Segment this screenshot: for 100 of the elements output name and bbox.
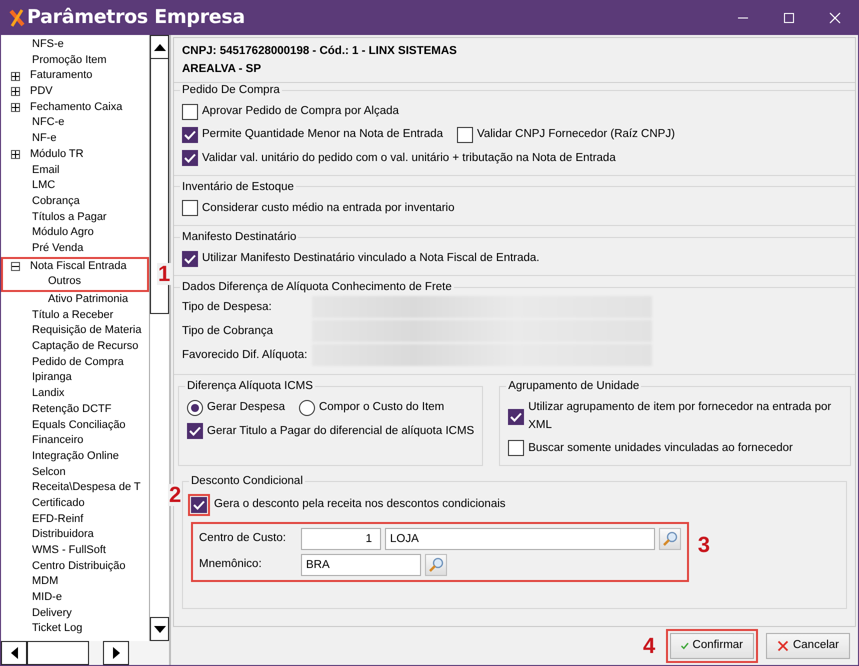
tree-item[interactable]: NF-e <box>32 131 56 147</box>
group-title: Inventário de Estoque <box>181 180 295 194</box>
tree-item[interactable]: MID-e <box>32 590 62 606</box>
tree-item[interactable]: Ativo Patrimonia <box>48 292 128 308</box>
tree-item[interactable]: Fechamento Caixa <box>30 100 122 116</box>
scroll-down-button[interactable] <box>150 617 169 641</box>
tree-item[interactable]: LMC <box>32 178 56 194</box>
tree-item[interactable]: Landix <box>32 386 64 402</box>
scrollbar-thumb[interactable] <box>150 59 169 314</box>
tree-item[interactable]: Retenção DCTF <box>32 402 112 418</box>
tree-item[interactable]: Ipiranga <box>32 370 72 386</box>
checkbox-label: Gera o desconto pela receita nos descontos condicionais <box>214 497 506 512</box>
radio-button[interactable] <box>187 400 203 416</box>
input-field[interactable]: 1 <box>301 528 381 550</box>
group-title: Agrupamento de Unidade <box>507 379 640 394</box>
tree-item[interactable]: Nota Fiscal Entrada <box>30 258 127 274</box>
tree-item[interactable]: Ticket Log <box>32 621 82 638</box>
expander-icon[interactable] <box>11 103 20 112</box>
field-label: Centro de Custo: <box>199 531 287 546</box>
tree-item[interactable]: NFS-e <box>32 37 64 53</box>
search-icon <box>428 557 444 573</box>
window-title: Parâmetros Empresa <box>27 5 245 30</box>
left-arrow-icon <box>10 647 18 659</box>
scroll-up-button[interactable] <box>150 35 169 59</box>
tree-item[interactable]: MDM <box>32 574 58 590</box>
cross-icon <box>777 638 789 654</box>
group-title: Dados Diferença de Alíquota Conhecimento de Frete <box>181 280 453 294</box>
company-info: CNPJ: 54517628000198 - Cód.: 1 - LINX SISTEMAS <box>182 44 458 59</box>
checkbox-label: Gerar Titulo a Pagar do diferencial de alíquota ICMS <box>207 424 474 438</box>
tree-item[interactable]: Pré Venda <box>32 240 84 257</box>
group-title: Manifesto Destinatário <box>181 230 298 244</box>
tree-item[interactable]: Integração Online <box>32 448 119 465</box>
tree-item[interactable]: Equals Conciliação <box>32 418 126 434</box>
logo-icon <box>9 8 25 26</box>
checkbox-label: Considerar custo médio na entrada por inventario <box>202 200 455 216</box>
checkbox[interactable] <box>182 104 198 120</box>
tree-item[interactable]: Centro Distribuição <box>32 558 126 574</box>
checkbox-label: Aprovar Pedido de Compra por Alçada <box>202 104 399 119</box>
dialog-button[interactable]: Cancelar <box>766 633 850 659</box>
expander-icon[interactable] <box>11 72 20 81</box>
up-arrow-icon <box>154 44 166 50</box>
tree-item[interactable]: Títulos a Pagar <box>32 210 107 226</box>
checkbox[interactable] <box>182 250 198 267</box>
search-button[interactable] <box>659 528 681 550</box>
checkbox[interactable] <box>508 440 524 456</box>
group-title: Pedido De Compra <box>181 83 281 97</box>
input-field[interactable]: LOJA <box>385 528 655 550</box>
tree-item[interactable]: Faturamento <box>30 68 92 84</box>
checkbox-label: Validar val. unitário do pedido com o val. unitário + tributação na Nota de Entrada <box>202 150 616 166</box>
field-label: Mnemônico: <box>199 557 263 572</box>
input-field[interactable]: BRA <box>301 554 421 576</box>
field-label: Tipo de Despesa: <box>182 300 273 315</box>
tree-item[interactable]: Email <box>32 162 60 178</box>
checkbox[interactable] <box>457 126 474 143</box>
tree-item[interactable]: Captação de Recurso <box>32 339 138 355</box>
tree-item[interactable]: Selcon <box>32 464 66 480</box>
checkbox-label: Buscar somente unidades vinculadas ao fornecedor <box>528 440 793 456</box>
tree-item[interactable]: Certificado <box>32 496 85 512</box>
tree-item[interactable]: Módulo TR <box>30 146 84 163</box>
search-icon <box>662 531 678 547</box>
field-label: Tipo de Cobrança <box>182 324 274 339</box>
tree-item[interactable]: Delivery <box>32 606 72 622</box>
group-title: Desconto Condicional <box>190 474 304 488</box>
tree-item[interactable]: Pedido de Compra <box>32 354 124 370</box>
right-arrow-icon <box>112 647 120 659</box>
checkbox[interactable] <box>182 200 198 216</box>
scroll-left-button[interactable] <box>1 641 27 665</box>
tree-item[interactable]: EFD-Reinf <box>32 512 84 528</box>
tree-item[interactable]: PDV <box>30 84 53 100</box>
checkbox[interactable] <box>187 423 203 440</box>
tree-item[interactable]: Distribuidora <box>32 527 94 544</box>
group-title: Diferença Alíquota ICMS <box>186 379 314 394</box>
company-location: AREALVA - SP <box>182 62 262 77</box>
expander-icon[interactable] <box>11 150 20 160</box>
checkbox[interactable] <box>508 408 524 424</box>
radio-label: Gerar Despesa <box>207 400 285 416</box>
checkbox-label: Utilizar agrupamento de item por fornecedor na entrada por XML <box>528 400 832 432</box>
expander-icon[interactable] <box>11 262 20 271</box>
tree-item[interactable]: Módulo Agro <box>32 225 94 241</box>
tree-item[interactable]: Outros <box>48 274 82 290</box>
tree-item[interactable]: Receita\Despesa de T <box>32 480 141 496</box>
radio-button[interactable] <box>298 400 315 416</box>
expander-icon[interactable] <box>11 87 20 96</box>
checkbox[interactable] <box>182 150 198 166</box>
tree-item[interactable]: Título a Receber <box>32 308 114 324</box>
scrollbar-thumb[interactable] <box>27 641 89 665</box>
callout-number: 2 <box>168 484 182 506</box>
scroll-right-button[interactable] <box>103 641 129 665</box>
checkbox[interactable] <box>182 126 198 143</box>
checkbox-label: Validar CNPJ Fornecedor (Raíz CNPJ) <box>477 127 675 142</box>
tree-item[interactable]: WMS - FullSoft <box>32 543 106 559</box>
dialog-button[interactable]: Confirmar <box>670 633 754 659</box>
tree-item[interactable]: Cobrança <box>32 194 80 210</box>
tree-item[interactable]: NFC-e <box>32 115 64 132</box>
tree-item[interactable]: Financeiro <box>32 433 84 449</box>
tree-item[interactable]: Promoção Item <box>32 52 107 68</box>
checkbox-label: Permite Quantidade Menor na Nota de Entrada <box>202 127 444 142</box>
search-button[interactable] <box>425 554 447 576</box>
tree-item[interactable]: Requisição de Materia <box>32 323 142 340</box>
maximize-icon <box>783 12 795 24</box>
